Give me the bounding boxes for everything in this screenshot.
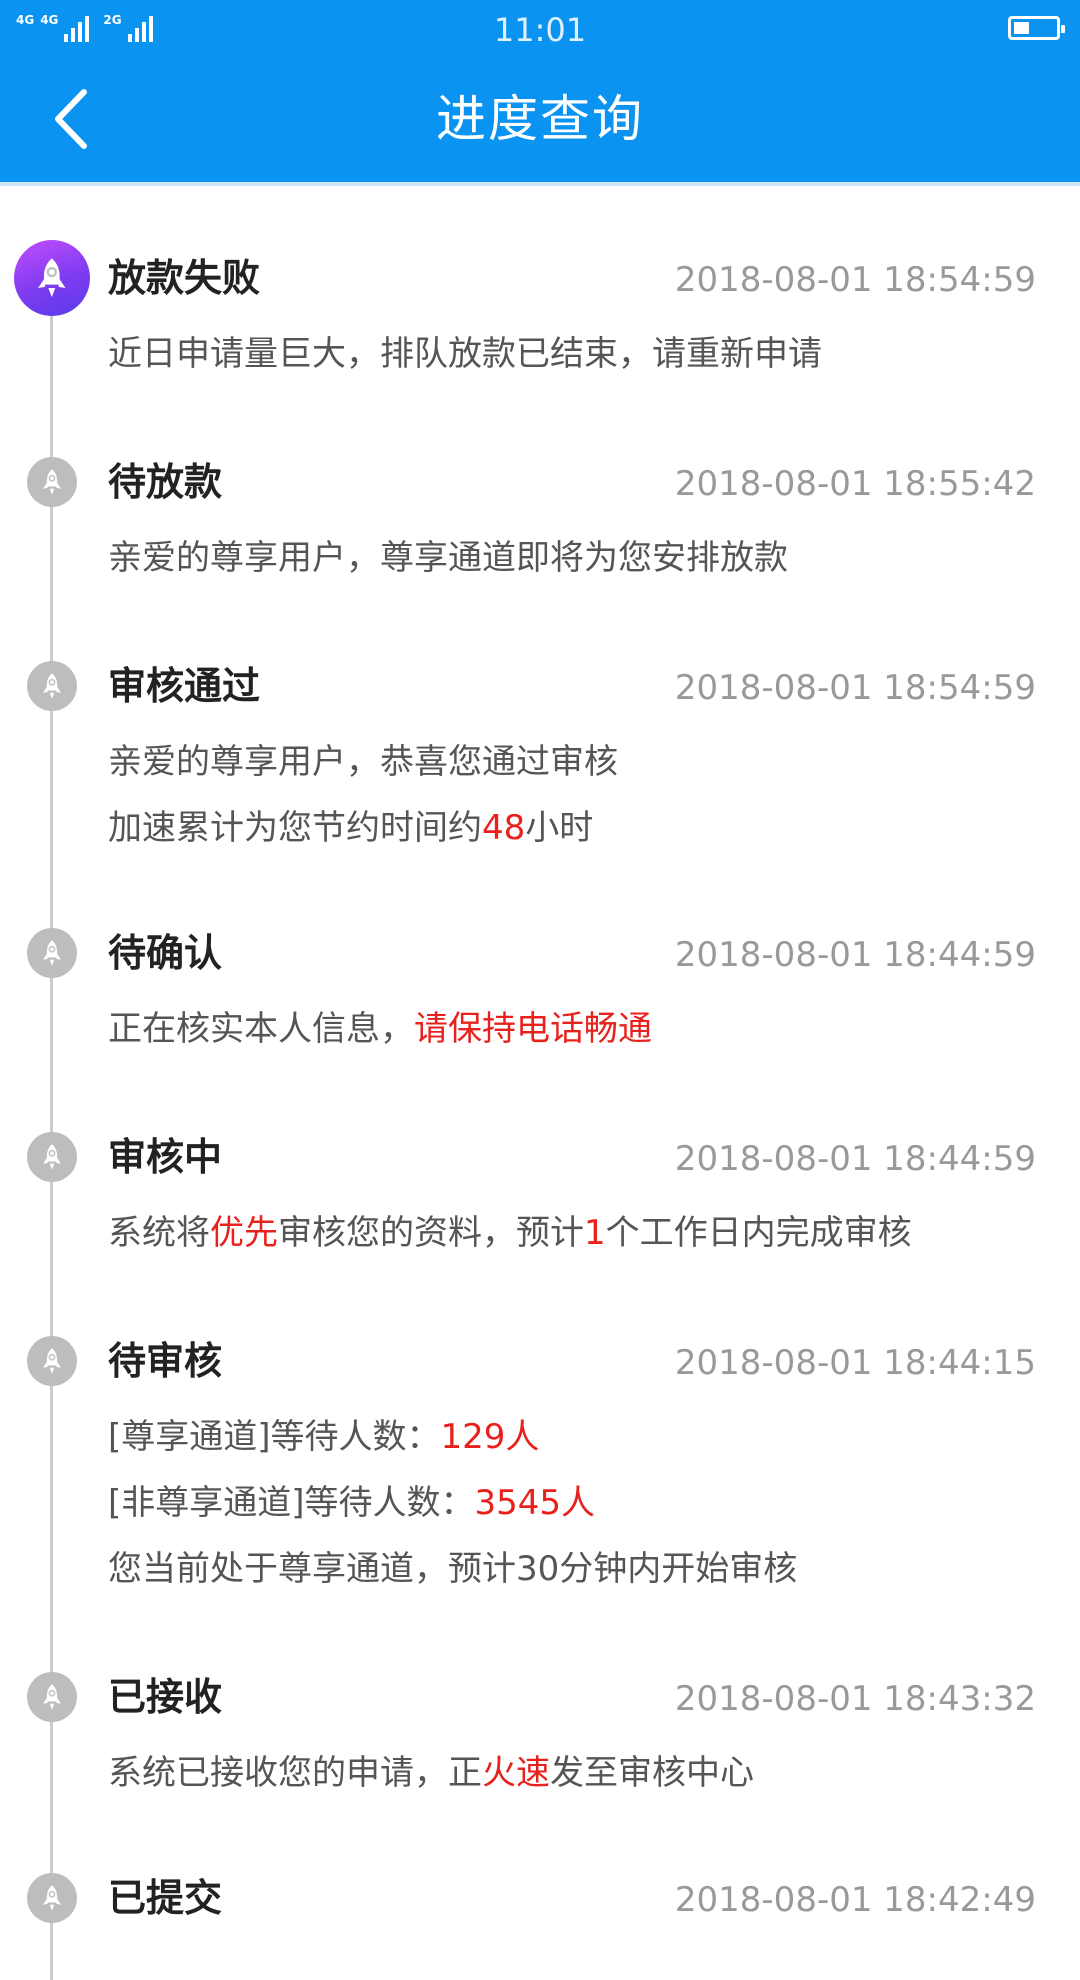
status-dot xyxy=(27,1132,77,1182)
entry-description: 亲爱的尊享用户，尊享通道即将为您安排放款 xyxy=(108,536,788,580)
description-text: 亲爱的尊享用户，尊享通道即将为您安排放款 xyxy=(108,538,788,578)
entry-description: 近日申请量巨大，排队放款已结束，请重新申请 xyxy=(108,332,822,376)
rocket-icon xyxy=(43,940,61,966)
entry-timestamp: 2018-08-01 18:43:32 xyxy=(674,1679,1036,1719)
status-dot xyxy=(27,928,77,978)
description-text: 小时 xyxy=(525,808,594,848)
description-text: 近日申请量巨大，排队放款已结束，请重新申请 xyxy=(108,334,822,374)
entry-description: [尊享通道]等待人数：129人 xyxy=(108,1415,539,1459)
entry-timestamp: 2018-08-01 18:54:59 xyxy=(674,668,1036,708)
description-text: 发至审核中心 xyxy=(550,1753,754,1793)
rocket-icon xyxy=(43,1348,61,1374)
entry-title: 审核中 xyxy=(108,1135,223,1179)
highlight-text: 3545人 xyxy=(474,1483,596,1523)
status-dot xyxy=(27,457,77,507)
description-text: 系统将 xyxy=(108,1213,210,1253)
nav-bar: 进度查询 xyxy=(0,60,1080,182)
entry-title: 待确认 xyxy=(108,931,223,975)
battery-level xyxy=(1014,22,1029,34)
description-text: 您当前处于尊享通道，预计30分钟内开始审核 xyxy=(108,1549,798,1589)
status-dot xyxy=(27,1336,77,1386)
entry-description: [非尊享通道]等待人数：3545人 xyxy=(108,1481,595,1525)
highlight-text: 129人 xyxy=(440,1417,540,1457)
highlight-text: 48 xyxy=(482,808,526,848)
status-dot xyxy=(14,240,90,316)
entry-title: 待审核 xyxy=(108,1339,223,1383)
rocket-icon xyxy=(43,673,61,699)
highlight-text: 火速 xyxy=(482,1753,550,1793)
entry-title: 已接收 xyxy=(108,1675,223,1719)
app-header: 4G 4G 2G 11:01 进度查询 xyxy=(0,0,1080,186)
description-text: 正在核实本人信息， xyxy=(108,1009,414,1049)
entry-timestamp: 2018-08-01 18:42:49 xyxy=(674,1880,1036,1920)
description-text: 审核您的资料，预计 xyxy=(278,1213,584,1253)
entry-description: 亲爱的尊享用户，恭喜您通过审核 xyxy=(108,740,618,784)
entry-timestamp: 2018-08-01 18:55:42 xyxy=(674,464,1036,504)
status-dot xyxy=(27,661,77,711)
description-text: 系统已接收您的申请，正 xyxy=(108,1753,482,1793)
highlight-text: 1 xyxy=(584,1213,606,1253)
entry-description: 系统已接收您的申请，正火速发至审核中心 xyxy=(108,1751,754,1795)
description-text: [非尊享通道]等待人数： xyxy=(108,1483,475,1523)
entry-description: 您当前处于尊享通道，预计30分钟内开始审核 xyxy=(108,1547,797,1591)
entry-title: 放款失败 xyxy=(108,256,261,300)
description-text: [尊享通道]等待人数： xyxy=(108,1417,441,1457)
rocket-icon xyxy=(38,258,66,298)
status-dot xyxy=(27,1672,77,1722)
entry-description: 加速累计为您节约时间约48小时 xyxy=(108,806,593,850)
description-text: 亲爱的尊享用户，恭喜您通过审核 xyxy=(108,742,618,782)
status-time: 11:01 xyxy=(493,11,587,49)
entry-title: 审核通过 xyxy=(108,664,261,708)
entry-description: 正在核实本人信息，请保持电话畅通 xyxy=(108,1007,652,1051)
rocket-icon xyxy=(43,1144,61,1170)
page-title: 进度查询 xyxy=(436,90,644,148)
entry-timestamp: 2018-08-01 18:44:59 xyxy=(674,1139,1036,1179)
highlight-text: 优先 xyxy=(210,1213,278,1253)
status-dot xyxy=(27,1873,77,1923)
rocket-icon xyxy=(43,469,61,495)
rocket-icon xyxy=(43,1885,61,1911)
highlight-text: 请保持电话畅通 xyxy=(414,1009,652,1049)
progress-timeline: 放款失败 2018-08-01 18:54:59 近日申请量巨大，排队放款已结束，请… xyxy=(0,190,1080,1980)
timeline-line xyxy=(50,280,53,1980)
entry-title: 待放款 xyxy=(108,460,223,504)
entry-timestamp: 2018-08-01 18:54:59 xyxy=(674,260,1036,300)
status-bar: 4G 4G 2G 11:01 xyxy=(0,0,1080,60)
battery-icon xyxy=(1008,16,1065,40)
entry-timestamp: 2018-08-01 18:44:59 xyxy=(674,935,1036,975)
rocket-icon xyxy=(43,1684,61,1710)
description-text: 个工作日内完成审核 xyxy=(605,1213,912,1253)
entry-description: 系统将优先审核您的资料，预计1个工作日内完成审核 xyxy=(108,1211,912,1255)
description-text: 加速累计为您节约时间约 xyxy=(108,808,482,848)
entry-timestamp: 2018-08-01 18:44:15 xyxy=(674,1343,1036,1383)
entry-title: 已提交 xyxy=(108,1876,223,1920)
